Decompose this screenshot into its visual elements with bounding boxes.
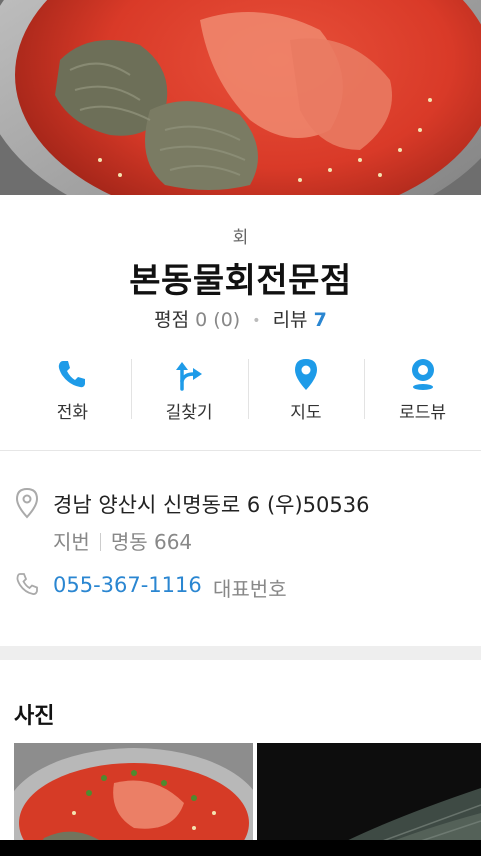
location-pin-icon <box>15 487 39 519</box>
place-info: 회 본동물회전문점 평점 0 (0) • 리뷰 7 전화 길찾기 지도 로드뷰 <box>0 195 481 450</box>
directions-icon <box>176 362 203 391</box>
hero-photo[interactable] <box>0 0 481 195</box>
place-category: 회 <box>232 228 249 248</box>
phone-number-link[interactable]: 055-367-1116 <box>53 573 202 597</box>
address-section: 경남 양산시 신명동로 6 (우)50536 지번 명동 664 055-367-… <box>0 451 481 646</box>
map-button[interactable]: 지도 <box>247 355 365 423</box>
lot-label: 지번 <box>53 530 90 554</box>
separator-dot: • <box>252 312 261 329</box>
directions-button[interactable]: 길찾기 <box>130 355 248 423</box>
action-bar: 전화 길찾기 지도 로드뷰 <box>14 355 481 423</box>
review-label[interactable]: 리뷰 <box>273 309 308 331</box>
call-button[interactable]: 전화 <box>14 355 131 423</box>
food-photo-image <box>0 0 481 195</box>
rating-value: 0 (0) <box>195 309 241 331</box>
system-nav-bar <box>0 840 481 856</box>
review-count[interactable]: 7 <box>314 309 327 331</box>
roadview-label: 로드뷰 <box>399 403 447 423</box>
map-label: 지도 <box>290 403 322 423</box>
photos-section: 사진 <box>0 660 481 856</box>
rating-row: 평점 0 (0) • 리뷰 7 <box>0 305 481 332</box>
directions-label: 길찾기 <box>165 403 213 423</box>
photos-title: 사진 <box>14 704 55 729</box>
map-pin-icon <box>294 359 317 390</box>
section-gap <box>0 646 481 660</box>
call-label: 전화 <box>56 403 89 423</box>
phone-icon <box>59 361 86 388</box>
phone-type-label: 대표번호 <box>213 577 287 601</box>
separator <box>99 533 101 551</box>
roadview-button[interactable]: 로드뷰 <box>364 355 481 423</box>
phone-outline-icon <box>16 573 38 595</box>
lot-value: 명동 664 <box>110 530 193 554</box>
rating-label: 평점 <box>154 309 190 331</box>
roadview-icon <box>411 359 434 390</box>
road-address[interactable]: 경남 양산시 신명동로 6 (우)50536 <box>53 489 369 519</box>
place-name: 본동물회전문점 <box>129 261 352 301</box>
lot-address: 지번 명동 664 <box>53 526 192 555</box>
